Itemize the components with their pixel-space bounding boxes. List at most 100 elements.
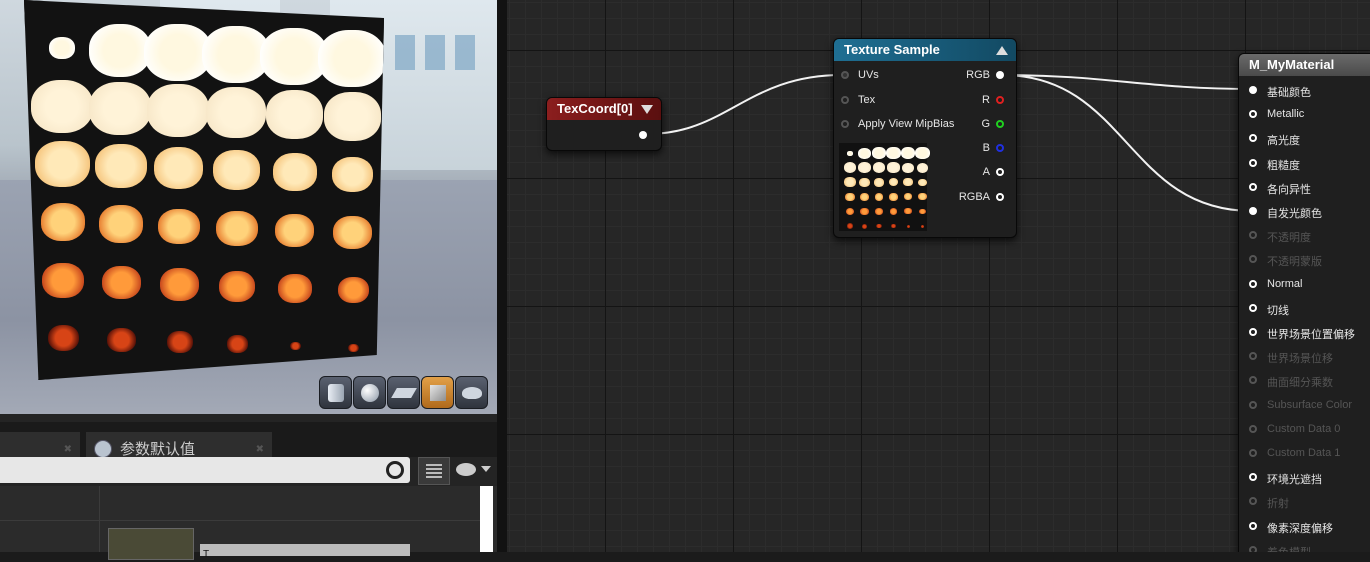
material-input-label: Normal bbox=[1267, 277, 1303, 290]
custom-mesh-preview-button[interactable] bbox=[455, 376, 488, 409]
scrollbar[interactable] bbox=[480, 486, 493, 552]
texcoord-output-pin[interactable] bbox=[639, 131, 647, 139]
background-window bbox=[455, 35, 475, 70]
flipbook-frame bbox=[272, 153, 317, 191]
material-input-pin[interactable] bbox=[1249, 473, 1257, 482]
collapse-arrow-icon[interactable] bbox=[641, 105, 653, 114]
flipbook-frame bbox=[275, 213, 315, 247]
material-input-pin[interactable] bbox=[1249, 86, 1257, 94]
material-input-label: 环境光遮挡 bbox=[1267, 474, 1322, 487]
material-input-label: 不透明度 bbox=[1267, 232, 1311, 245]
tab-label: 参数默认值 bbox=[120, 441, 196, 458]
eye-icon[interactable] bbox=[456, 463, 476, 476]
panel-splitter[interactable] bbox=[497, 0, 507, 552]
b-output-pin[interactable] bbox=[996, 144, 1004, 152]
material-preview-viewport[interactable] bbox=[0, 0, 497, 414]
cylinder-preview-button[interactable] bbox=[319, 376, 352, 409]
material-input-pin[interactable] bbox=[1249, 182, 1257, 191]
material-input-pin bbox=[1249, 545, 1257, 552]
material-input-label: 粗糙度 bbox=[1267, 159, 1300, 172]
material-input-pin[interactable] bbox=[1249, 134, 1257, 143]
chevron-down-icon[interactable] bbox=[481, 466, 491, 472]
column-divider bbox=[99, 486, 100, 552]
uvs-input-label: UVs bbox=[858, 69, 879, 81]
material-input-label: Custom Data 1 bbox=[1267, 447, 1341, 459]
material-result-node[interactable]: M_MyMaterial 基础颜色 Metallic 高光度 粗糙度 各向异性 自发光颜色… bbox=[1238, 53, 1370, 552]
material-input-label: Custom Data 0 bbox=[1267, 422, 1341, 435]
material-input-pin[interactable] bbox=[1249, 110, 1257, 119]
tex-input-pin[interactable] bbox=[841, 96, 849, 104]
sphere-preview-button[interactable] bbox=[353, 376, 386, 409]
flipbook-frame bbox=[88, 23, 152, 77]
material-input-pin bbox=[1249, 231, 1257, 240]
material-input-label: 不透明蒙版 bbox=[1267, 256, 1322, 269]
flipbook-frame bbox=[31, 79, 94, 133]
texture-frame bbox=[858, 162, 871, 174]
material-input-pin[interactable] bbox=[1249, 521, 1257, 530]
texture-frame bbox=[846, 223, 854, 229]
material-input-label: 基础颜色 bbox=[1267, 87, 1311, 99]
view-options-button[interactable] bbox=[418, 457, 450, 485]
flipbook-frame bbox=[49, 37, 75, 60]
texture-thumbnail[interactable] bbox=[108, 528, 194, 560]
rgb-output-pin[interactable] bbox=[996, 71, 1004, 79]
cylinder-icon bbox=[327, 383, 344, 402]
texture-frame bbox=[902, 162, 914, 173]
close-tab-icon[interactable]: ✖ bbox=[64, 444, 72, 455]
collapse-arrow-icon[interactable] bbox=[996, 46, 1008, 55]
grid-icon bbox=[426, 464, 442, 478]
texture-asset-field[interactable]: T bbox=[200, 544, 410, 560]
texture-frame bbox=[889, 193, 898, 201]
material-input-label: 折射 bbox=[1267, 498, 1289, 511]
material-input-label: 曲面细分乘数 bbox=[1267, 377, 1333, 390]
texture-frame bbox=[843, 162, 857, 174]
texture-sample-node[interactable]: Texture Sample UVs Tex Apply View MipBia… bbox=[833, 38, 1017, 238]
viewport-mesh-toolbar bbox=[319, 376, 488, 409]
material-input-label: 像素深度偏移 bbox=[1267, 522, 1333, 535]
material-input-pin bbox=[1249, 497, 1257, 506]
material-input-label: 切线 bbox=[1267, 304, 1289, 317]
material-input-pin bbox=[1249, 424, 1257, 433]
flipbook-frame bbox=[318, 29, 384, 88]
wire-rgb-to-basecolor bbox=[1001, 74, 1253, 90]
texcoord-node[interactable]: TexCoord[0] bbox=[546, 97, 662, 151]
rgba-output-label: RGBA bbox=[958, 191, 990, 203]
texture-asset-name: T bbox=[203, 549, 210, 560]
texture-frame bbox=[845, 207, 855, 216]
plane-icon bbox=[390, 387, 417, 398]
g-output-pin[interactable] bbox=[996, 120, 1004, 128]
tex-input-label: Tex bbox=[858, 94, 876, 106]
material-graph-canvas[interactable]: TexCoord[0] Texture Sample UVs Tex Apply… bbox=[507, 0, 1370, 552]
material-input-pin[interactable] bbox=[1249, 279, 1257, 288]
property-list: T bbox=[0, 486, 497, 560]
material-input-label: Subsurface Color bbox=[1267, 398, 1352, 411]
close-tab-icon[interactable]: ✖ bbox=[256, 444, 264, 455]
flipbook-frame bbox=[348, 343, 359, 353]
material-input-pin[interactable] bbox=[1249, 207, 1257, 215]
flipbook-frame bbox=[219, 270, 256, 302]
uvs-input-pin[interactable] bbox=[841, 71, 849, 79]
flipbook-frame bbox=[278, 273, 313, 303]
a-output-label: A bbox=[982, 166, 990, 178]
a-output-pin[interactable] bbox=[996, 168, 1004, 176]
background-window bbox=[425, 35, 445, 70]
material-input-pin bbox=[1249, 352, 1257, 361]
mipbias-input-pin[interactable] bbox=[841, 120, 849, 128]
material-input-pin[interactable] bbox=[1249, 303, 1257, 312]
material-input-pin bbox=[1249, 400, 1257, 409]
cube-preview-button[interactable] bbox=[421, 376, 454, 409]
preview-mesh-flipbook bbox=[24, 0, 384, 380]
material-input-pin bbox=[1249, 376, 1257, 385]
texture-frame bbox=[916, 162, 929, 173]
material-input-pin[interactable] bbox=[1249, 158, 1257, 167]
flipbook-frame bbox=[47, 324, 80, 352]
rgba-output-pin[interactable] bbox=[996, 193, 1004, 201]
texture-frame bbox=[886, 146, 901, 159]
r-output-label: R bbox=[982, 94, 990, 106]
material-input-pin[interactable] bbox=[1249, 328, 1257, 336]
r-output-pin[interactable] bbox=[996, 96, 1004, 104]
plane-preview-button[interactable] bbox=[387, 376, 420, 409]
texture-frame bbox=[921, 225, 924, 228]
row-divider bbox=[0, 520, 480, 521]
search-input[interactable] bbox=[0, 457, 410, 483]
